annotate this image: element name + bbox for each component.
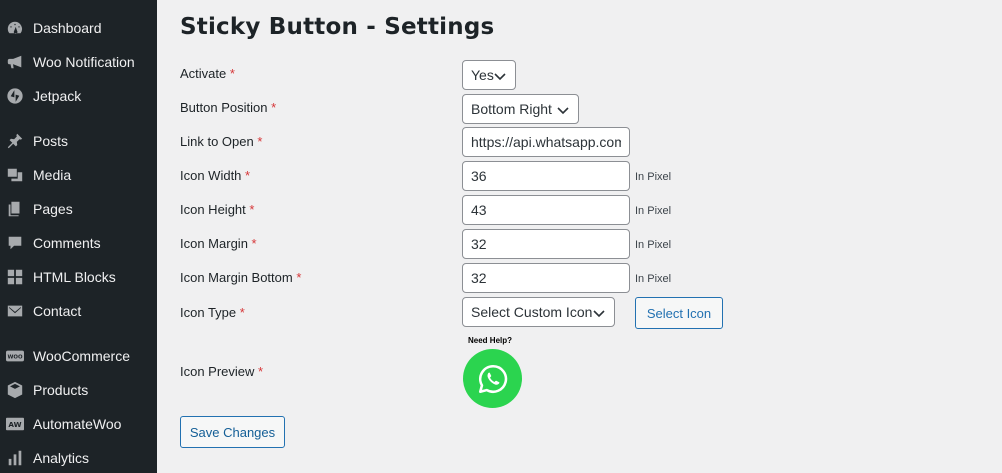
- required-mark: *: [257, 134, 263, 149]
- sidebar-item-pages[interactable]: Pages: [0, 192, 157, 226]
- comments-icon: [5, 233, 25, 253]
- sidebar-item-label: Products: [33, 382, 89, 398]
- icon-margin-bottom-label: Icon Margin Bottom *: [180, 270, 302, 285]
- box-icon: [5, 380, 25, 400]
- icon-margin-input[interactable]: [462, 229, 630, 259]
- icon-height-input[interactable]: [462, 195, 630, 225]
- sidebar-item-woocommerce[interactable]: WOO WooCommerce: [0, 339, 157, 373]
- sidebar-item-dashboard[interactable]: Dashboard: [0, 11, 157, 45]
- dashboard-icon: [5, 18, 25, 38]
- sidebar-item-label: Contact: [33, 303, 82, 319]
- aw-badge-text: AW: [8, 420, 21, 429]
- blocks-icon: [5, 267, 25, 287]
- sidebar-item-label: Comments: [33, 235, 101, 251]
- icon-type-label: Icon Type *: [180, 305, 245, 320]
- sidebar-item-label: Posts: [33, 133, 69, 149]
- icon-margin-unit: In Pixel: [635, 239, 672, 251]
- icon-width-label: Icon Width *: [180, 168, 251, 183]
- sidebar-item-woo-notification[interactable]: Woo Notification: [0, 45, 157, 79]
- required-mark: *: [271, 100, 277, 115]
- aw-icon: AW: [5, 414, 25, 434]
- required-mark: *: [245, 168, 251, 183]
- icon-margin-bottom-input[interactable]: [462, 263, 630, 293]
- sidebar-item-label: Woo Notification: [33, 54, 135, 70]
- icon-width-input[interactable]: [462, 161, 630, 191]
- required-mark: *: [229, 66, 235, 81]
- icon-margin-label: Icon Margin *: [180, 236, 257, 251]
- required-mark: *: [296, 270, 302, 285]
- sidebar-item-products[interactable]: Products: [0, 373, 157, 407]
- settings-panel: Sticky Button - Settings Activate * Yes …: [157, 0, 1002, 473]
- mail-icon: [5, 301, 25, 321]
- sidebar-item-html-blocks[interactable]: HTML Blocks: [0, 260, 157, 294]
- sidebar-item-label: Media: [33, 167, 72, 183]
- save-changes-button[interactable]: Save Changes: [180, 416, 285, 448]
- required-mark: *: [251, 236, 257, 251]
- jetpack-icon: [5, 86, 25, 106]
- whatsapp-icon: [463, 349, 522, 408]
- sidebar-item-posts[interactable]: Posts: [0, 124, 157, 158]
- admin-sidebar: Dashboard Woo Notification Jetpack Posts…: [0, 0, 157, 473]
- megaphone-icon: [5, 52, 25, 72]
- analytics-icon: [5, 448, 25, 468]
- icon-type-select-value: Select Custom Icon: [471, 304, 593, 320]
- page-title: Sticky Button - Settings: [180, 14, 495, 40]
- sidebar-item-media[interactable]: Media: [0, 158, 157, 192]
- button-position-select-value: Bottom Right: [471, 101, 552, 117]
- sidebar-item-label: AutomateWoo: [33, 416, 122, 432]
- icon-type-select[interactable]: Select Custom Icon: [462, 297, 615, 327]
- chevron-down-icon: [556, 103, 570, 117]
- pushpin-icon: [5, 131, 25, 151]
- woo-badge-text: WOO: [7, 354, 22, 360]
- link-to-open-input[interactable]: [462, 127, 630, 157]
- woo-icon: WOO: [5, 346, 25, 366]
- sidebar-item-contact[interactable]: Contact: [0, 294, 157, 328]
- sidebar-item-label: Pages: [33, 201, 73, 217]
- required-mark: *: [239, 305, 245, 320]
- sidebar-item-jetpack[interactable]: Jetpack: [0, 79, 157, 113]
- link-to-open-label: Link to Open *: [180, 134, 263, 149]
- sidebar-item-automatewoo[interactable]: AW AutomateWoo: [0, 407, 157, 441]
- sidebar-item-label: Jetpack: [33, 88, 82, 104]
- activate-select[interactable]: Yes: [462, 60, 516, 90]
- chevron-down-icon: [493, 69, 507, 83]
- sidebar-item-label: WooCommerce: [33, 348, 130, 364]
- icon-preview-label: Icon Preview *: [180, 364, 264, 379]
- icon-margin-bottom-unit: In Pixel: [635, 273, 672, 285]
- activate-label: Activate *: [180, 66, 235, 81]
- sidebar-item-analytics[interactable]: Analytics: [0, 441, 157, 473]
- sidebar-item-label: Dashboard: [33, 20, 102, 36]
- button-position-label: Button Position *: [180, 100, 277, 115]
- icon-height-unit: In Pixel: [635, 205, 672, 217]
- icon-height-label: Icon Height *: [180, 202, 255, 217]
- sidebar-item-label: Analytics: [33, 450, 90, 466]
- pages-icon: [5, 199, 25, 219]
- sidebar-item-comments[interactable]: Comments: [0, 226, 157, 260]
- required-mark: *: [249, 202, 255, 217]
- icon-preview: Need Help?: [462, 336, 524, 410]
- button-position-select[interactable]: Bottom Right: [462, 94, 579, 124]
- need-help-caption: Need Help?: [468, 336, 513, 345]
- select-icon-button[interactable]: Select Icon: [635, 297, 723, 329]
- media-icon: [5, 165, 25, 185]
- icon-width-unit: In Pixel: [635, 171, 672, 183]
- activate-select-value: Yes: [471, 67, 494, 83]
- sidebar-item-label: HTML Blocks: [33, 269, 116, 285]
- required-mark: *: [258, 364, 264, 379]
- chevron-down-icon: [592, 306, 606, 320]
